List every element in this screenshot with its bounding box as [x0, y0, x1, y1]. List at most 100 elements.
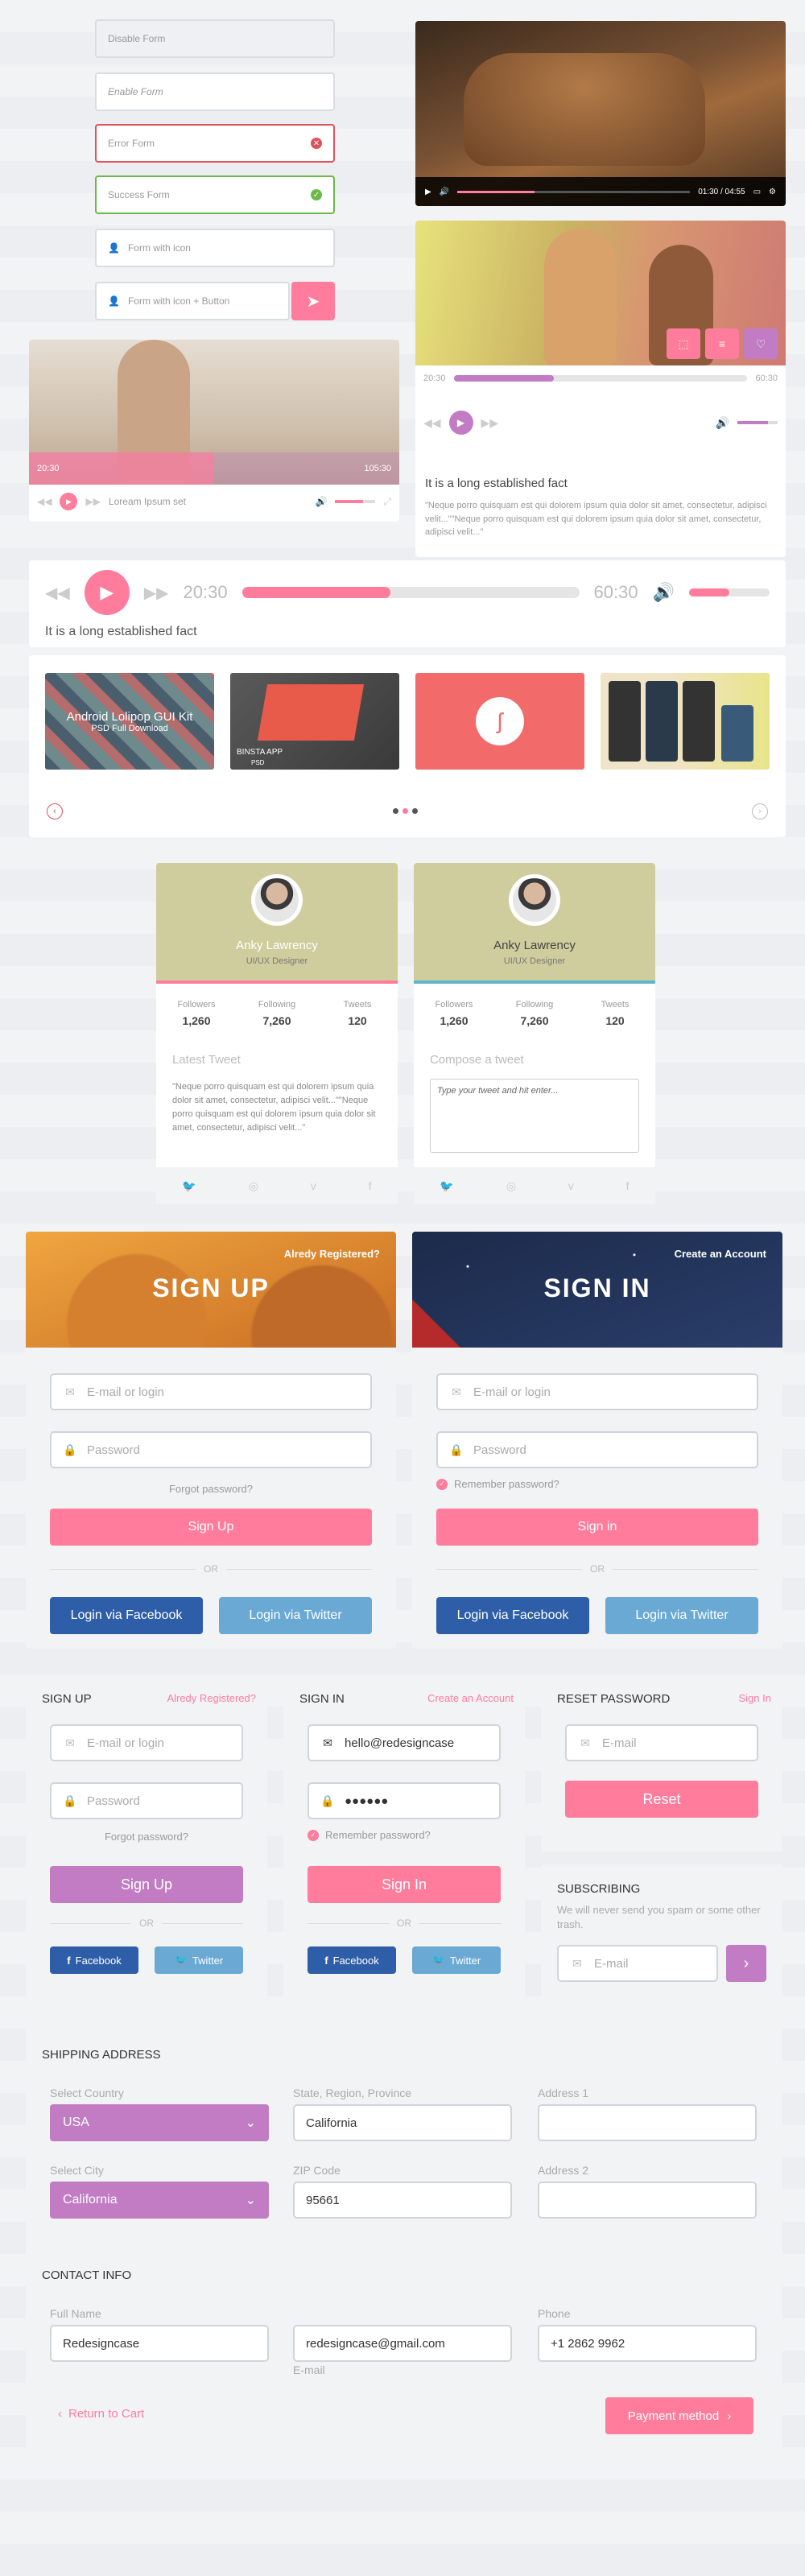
already-registered-link[interactable]: Alredy Registered? [284, 1248, 380, 1260]
twitter-button[interactable]: 🐦 Twitter [155, 1946, 243, 1974]
enabled-field[interactable]: Enable Form [95, 72, 335, 111]
tweet-textarea[interactable]: Type your tweet and hit enter... [430, 1079, 639, 1153]
error-field[interactable]: Error Form ✕ [95, 124, 335, 163]
carousel-dot[interactable] [412, 808, 418, 814]
twitter-login-button[interactable]: Login via Twitter [605, 1597, 758, 1634]
chevron-right-icon[interactable]: › [752, 803, 768, 819]
volume-bar[interactable] [689, 588, 770, 597]
password-field[interactable]: 🔒 Password [436, 1431, 758, 1468]
city-select[interactable]: California ⌄ [50, 2182, 269, 2219]
facebook-button[interactable]: f Facebook [50, 1946, 138, 1974]
address2-field[interactable] [538, 2182, 757, 2219]
carousel-dot[interactable] [402, 808, 408, 814]
password-field[interactable]: 🔒 ●●●●●● [308, 1782, 501, 1819]
forward-icon[interactable]: ▶▶ [144, 583, 169, 603]
heart-icon[interactable]: ♡ [744, 328, 778, 359]
email-field[interactable]: ✉ E-mail or login [436, 1373, 758, 1410]
profile-header: Anky Lawrency UI/UX Designer [414, 863, 655, 984]
carousel-item[interactable] [601, 673, 770, 770]
facebook-login-button[interactable]: Login via Facebook [50, 1597, 203, 1634]
carousel-item[interactable]: ʃ [415, 673, 584, 770]
email-field[interactable]: redesigncase@gmail.com [293, 2325, 512, 2362]
vimeo-icon[interactable]: v [311, 1179, 316, 1192]
play-button[interactable]: ▶ [60, 493, 78, 510]
twitter-button[interactable]: 🐦 Twitter [412, 1946, 501, 1974]
forgot-password-link[interactable]: Forgot password? [26, 1483, 396, 1495]
play-button[interactable]: ▶ [448, 411, 473, 435]
country-select[interactable]: USA ⌄ [50, 2104, 269, 2141]
carousel-item[interactable]: BINSTA APP PSD [230, 673, 399, 770]
facebook-icon[interactable]: f [369, 1179, 372, 1192]
video-image[interactable]: ⬚ ≡ ♡ [415, 221, 786, 365]
facebook-button[interactable]: f Facebook [308, 1946, 396, 1974]
rewind-icon[interactable]: ◀◀ [45, 583, 70, 603]
already-registered-link[interactable]: Alredy Registered? [167, 1692, 256, 1704]
name-field[interactable]: Redesigncase [50, 2325, 269, 2362]
create-account-link[interactable]: Create an Account [675, 1248, 766, 1260]
twitter-icon[interactable]: 🐦 [182, 1179, 196, 1193]
forward-icon[interactable]: ▶▶ [85, 496, 100, 507]
signin-button[interactable]: Sign in [436, 1509, 758, 1546]
twitter-icon[interactable]: 🐦 [440, 1179, 453, 1193]
return-to-cart-link[interactable]: ‹ Return to Cart [58, 2407, 144, 2421]
progress-bar[interactable] [242, 587, 580, 598]
remember-checkbox[interactable]: ✓ Remember password? [308, 1829, 431, 1841]
phone-field[interactable]: +1 2862 9962 [538, 2325, 757, 2362]
facebook-icon[interactable]: f [626, 1179, 630, 1192]
volume-bar[interactable] [335, 500, 376, 503]
password-field[interactable]: 🔒 Password [50, 1431, 372, 1468]
rewind-icon[interactable]: ◀◀ [423, 416, 441, 430]
volume-icon[interactable]: 🔊 [315, 496, 327, 507]
video-player-1[interactable]: ▶ 🔊 01:30 / 04:55 ▭ ⚙ [415, 21, 786, 206]
email-field[interactable]: ✉ E-mail or login [50, 1373, 372, 1410]
subscribe-button[interactable]: › [726, 1945, 766, 1982]
email-field[interactable]: ✉ hello@redesigncase [308, 1724, 501, 1761]
send-button[interactable]: ➤ [291, 282, 335, 320]
volume-bar[interactable] [737, 421, 778, 424]
remember-checkbox[interactable]: ✓ Remember password? [436, 1478, 559, 1490]
payment-method-button[interactable]: Payment method › [605, 2397, 753, 2434]
password-field[interactable]: 🔒 Password [50, 1782, 243, 1819]
signin-button[interactable]: Sign In [308, 1866, 501, 1903]
state-field[interactable]: California [293, 2104, 512, 2141]
email-field[interactable]: ✉ E-mail or login [50, 1724, 243, 1761]
carousel-item[interactable]: Android Lolipop GUI Kit PSD Full Downloa… [45, 673, 214, 770]
progress-overlay[interactable]: 20:30 105:30 [29, 452, 399, 485]
address1-field[interactable] [538, 2104, 757, 2141]
volume-icon[interactable]: 🔊 [653, 582, 675, 603]
enabled-field-label: Enable Form [108, 86, 163, 97]
dribbble-icon[interactable]: ◎ [249, 1179, 258, 1193]
email-field[interactable]: ✉ E-mail [557, 1945, 718, 1982]
signup-button[interactable]: Sign Up [50, 1866, 243, 1903]
volume-icon[interactable]: 🔊 [440, 188, 449, 196]
signin-link[interactable]: Sign In [739, 1692, 771, 1704]
signup-button[interactable]: Sign Up [50, 1509, 372, 1546]
facebook-login-button[interactable]: Login via Facebook [436, 1597, 589, 1634]
gear-icon[interactable]: ⚙ [769, 188, 776, 196]
progress-bar[interactable] [453, 375, 748, 382]
volume-icon[interactable]: 🔊 [716, 416, 729, 430]
chevron-left-icon[interactable]: ‹ [47, 803, 63, 819]
reset-button[interactable]: Reset [565, 1781, 758, 1818]
dribbble-icon[interactable]: ◎ [506, 1179, 516, 1193]
carousel-dot[interactable] [393, 808, 398, 814]
play-icon[interactable]: ▶ [425, 188, 431, 196]
video-image[interactable]: 20:30 105:30 [29, 340, 399, 485]
forward-icon[interactable]: ▶▶ [481, 416, 499, 430]
play-button[interactable]: ▶ [84, 570, 130, 615]
fullscreen-icon[interactable]: ⤢ [383, 496, 391, 508]
icon-field[interactable]: 👤 Form with icon [95, 229, 335, 267]
create-account-link[interactable]: Create an Account [427, 1692, 514, 1704]
email-field[interactable]: ✉ E-mail [565, 1724, 758, 1761]
vimeo-icon[interactable]: v [568, 1179, 574, 1192]
zip-field[interactable]: 95661 [293, 2182, 512, 2219]
forgot-password-link[interactable]: Forgot password? [26, 1831, 267, 1843]
fullscreen-icon[interactable]: ▭ [753, 188, 761, 196]
success-field[interactable]: Success Form ✓ [95, 175, 335, 214]
twitter-login-button[interactable]: Login via Twitter [219, 1597, 372, 1634]
rewind-icon[interactable]: ◀◀ [37, 496, 52, 507]
progress-bar[interactable] [457, 190, 691, 193]
database-icon[interactable]: ≡ [705, 328, 739, 359]
tag-icon[interactable]: ⬚ [667, 328, 700, 359]
icon-button-field[interactable]: 👤 Form with icon + Button [95, 282, 290, 320]
